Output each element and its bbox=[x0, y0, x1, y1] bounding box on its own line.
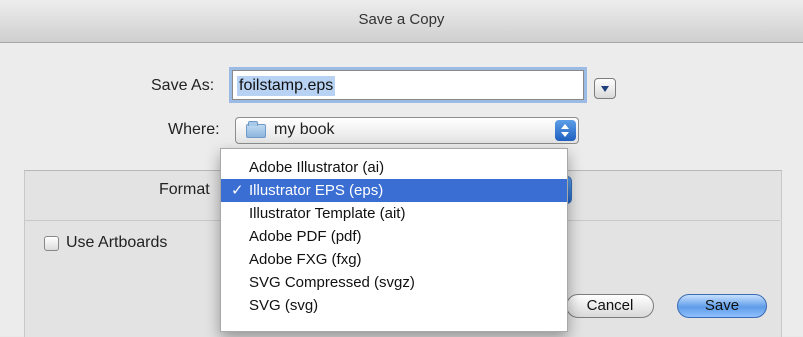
menu-item-label: SVG Compressed (svgz) bbox=[249, 274, 415, 291]
where-value: my book bbox=[274, 121, 335, 138]
menu-item[interactable]: Adobe FXG (fxg) bbox=[221, 248, 567, 271]
format-label: Format bbox=[159, 181, 210, 198]
use-artboards-label: Use Artboards bbox=[66, 234, 168, 251]
cancel-button[interactable]: Cancel bbox=[566, 294, 654, 318]
folder-icon bbox=[246, 121, 266, 138]
title-bar: Save a Copy bbox=[0, 0, 803, 43]
menu-item-selected[interactable]: ✓ Illustrator EPS (eps) bbox=[221, 179, 567, 202]
save-as-label: Save As: bbox=[151, 77, 215, 94]
menu-item[interactable]: Illustrator Template (ait) bbox=[221, 202, 567, 225]
checkmark-icon: ✓ bbox=[231, 182, 244, 199]
format-dropdown-menu: Adobe Illustrator (ai) ✓ Illustrator EPS… bbox=[220, 148, 568, 332]
popup-stepper-icon bbox=[555, 120, 576, 141]
menu-item[interactable]: SVG Compressed (svgz) bbox=[221, 271, 567, 294]
menu-item-label: Adobe FXG (fxg) bbox=[249, 251, 362, 268]
menu-item-label: Adobe Illustrator (ai) bbox=[249, 159, 385, 176]
menu-item-label: Adobe PDF (pdf) bbox=[249, 228, 362, 245]
save-a-copy-dialog: Save a Copy Save As: foilstamp.eps Where… bbox=[0, 0, 803, 337]
chevron-down-icon bbox=[601, 86, 609, 92]
menu-item-label: Illustrator Template (ait) bbox=[249, 205, 406, 222]
save-as-input[interactable]: foilstamp.eps bbox=[232, 70, 584, 100]
use-artboards-checkbox[interactable] bbox=[44, 236, 59, 251]
save-button[interactable]: Save bbox=[677, 294, 767, 318]
expand-dialog-button[interactable] bbox=[594, 78, 616, 99]
where-popup[interactable]: my book bbox=[235, 117, 579, 144]
filename-text: foilstamp.eps bbox=[237, 76, 336, 96]
dialog-title: Save a Copy bbox=[358, 11, 445, 28]
menu-item[interactable]: Adobe PDF (pdf) bbox=[221, 225, 567, 248]
arrow-up-icon bbox=[561, 124, 569, 129]
menu-item[interactable]: Adobe Illustrator (ai) bbox=[221, 156, 567, 179]
arrow-down-icon bbox=[561, 132, 569, 137]
menu-item[interactable]: SVG (svg) bbox=[221, 294, 567, 317]
where-label: Where: bbox=[168, 121, 220, 138]
menu-item-label: Illustrator EPS (eps) bbox=[249, 182, 384, 199]
menu-item-label: SVG (svg) bbox=[249, 297, 319, 314]
